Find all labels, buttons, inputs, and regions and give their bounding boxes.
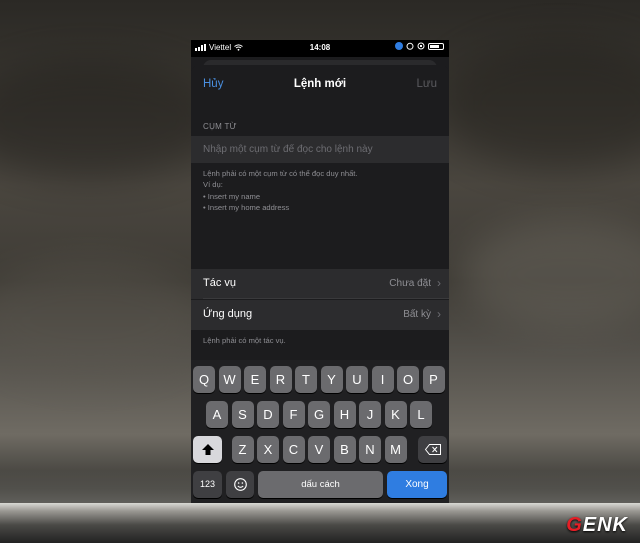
key-b[interactable]: B: [333, 436, 356, 463]
delete-key[interactable]: [418, 436, 447, 463]
emoji-icon: [233, 478, 247, 491]
key-q[interactable]: Q: [193, 366, 215, 393]
phrase-input[interactable]: [203, 136, 439, 163]
numbers-key[interactable]: 123: [193, 471, 222, 498]
phrase-row[interactable]: [191, 136, 449, 163]
key-s[interactable]: S: [231, 401, 254, 428]
genk-watermark-logo: GENK: [566, 514, 628, 536]
application-label: Ứng dụng: [203, 308, 253, 320]
phrase-footer: Lệnh phải có một cụm từ có thể đọc duy n…: [203, 168, 358, 213]
key-j[interactable]: J: [359, 401, 381, 428]
key-i[interactable]: I: [371, 366, 394, 393]
alarm-icon: [406, 42, 414, 50]
key-e[interactable]: E: [244, 366, 266, 393]
key-o[interactable]: O: [397, 366, 419, 393]
phrase-section-header: CỤM TỪ: [203, 122, 237, 131]
key-n[interactable]: N: [359, 436, 381, 463]
sea-horizon: [0, 503, 640, 543]
key-a[interactable]: A: [206, 401, 228, 428]
application-value: Bất kỳ: [403, 309, 431, 320]
space-key[interactable]: dấu cách: [258, 471, 383, 498]
key-k[interactable]: K: [384, 401, 407, 428]
phrase-footer-line: Lệnh phải có một cụm từ có thể đọc duy n…: [203, 169, 358, 178]
key-d[interactable]: D: [257, 401, 279, 428]
backspace-icon: [424, 444, 441, 455]
key-p[interactable]: P: [422, 366, 445, 393]
application-row[interactable]: Ứng dụng Bất kỳ ›: [191, 300, 449, 330]
key-u[interactable]: U: [346, 366, 368, 393]
accessibility-icon: [395, 42, 403, 50]
status-bar: Viettel 14:08: [191, 40, 449, 57]
key-x[interactable]: X: [257, 436, 279, 463]
chevron-right-icon: ›: [437, 307, 441, 321]
page-title: Lệnh mới: [293, 78, 347, 90]
done-key[interactable]: Xong: [387, 471, 447, 498]
key-l[interactable]: L: [410, 401, 432, 428]
keyboard: Q W E R T Y U I O P A S D F G H J K L Z …: [191, 360, 449, 503]
save-button[interactable]: Lưu: [417, 78, 438, 90]
battery-icon: [428, 42, 444, 50]
phrase-footer-line: • Insert my name: [203, 191, 261, 201]
key-m[interactable]: M: [384, 436, 407, 463]
phrase-footer-line: Ví dụ:: [203, 180, 223, 190]
action-label: Tác vụ: [203, 277, 237, 289]
settings-footer: Lệnh phải có một tác vụ.: [203, 336, 286, 345]
key-y[interactable]: Y: [320, 366, 343, 393]
shift-key[interactable]: [193, 436, 222, 463]
rotation-lock-icon: [417, 42, 425, 50]
shift-arrow-icon: [201, 444, 214, 455]
key-v[interactable]: V: [308, 436, 330, 463]
key-w[interactable]: W: [218, 366, 241, 393]
action-row[interactable]: Tác vụ Chưa đặt ›: [191, 269, 449, 299]
chevron-right-icon: ›: [437, 276, 441, 290]
phrase-footer-line: • Insert my home address: [203, 202, 290, 212]
key-f[interactable]: F: [282, 401, 305, 428]
key-r[interactable]: R: [269, 366, 292, 393]
phone-screen: Viettel 14:08 Hủy Lệnh mới Lưu CỤM TỪ Nh…: [191, 40, 449, 503]
key-c[interactable]: C: [282, 436, 305, 463]
key-g[interactable]: G: [308, 401, 330, 428]
action-value: Chưa đặt: [389, 278, 431, 289]
row-divider: [203, 298, 449, 299]
key-z[interactable]: Z: [231, 436, 254, 463]
emoji-key[interactable]: [226, 471, 254, 498]
key-t[interactable]: T: [295, 366, 317, 393]
key-h[interactable]: H: [333, 401, 356, 428]
navigation-bar: Hủy Lệnh mới Lưu: [191, 65, 449, 105]
